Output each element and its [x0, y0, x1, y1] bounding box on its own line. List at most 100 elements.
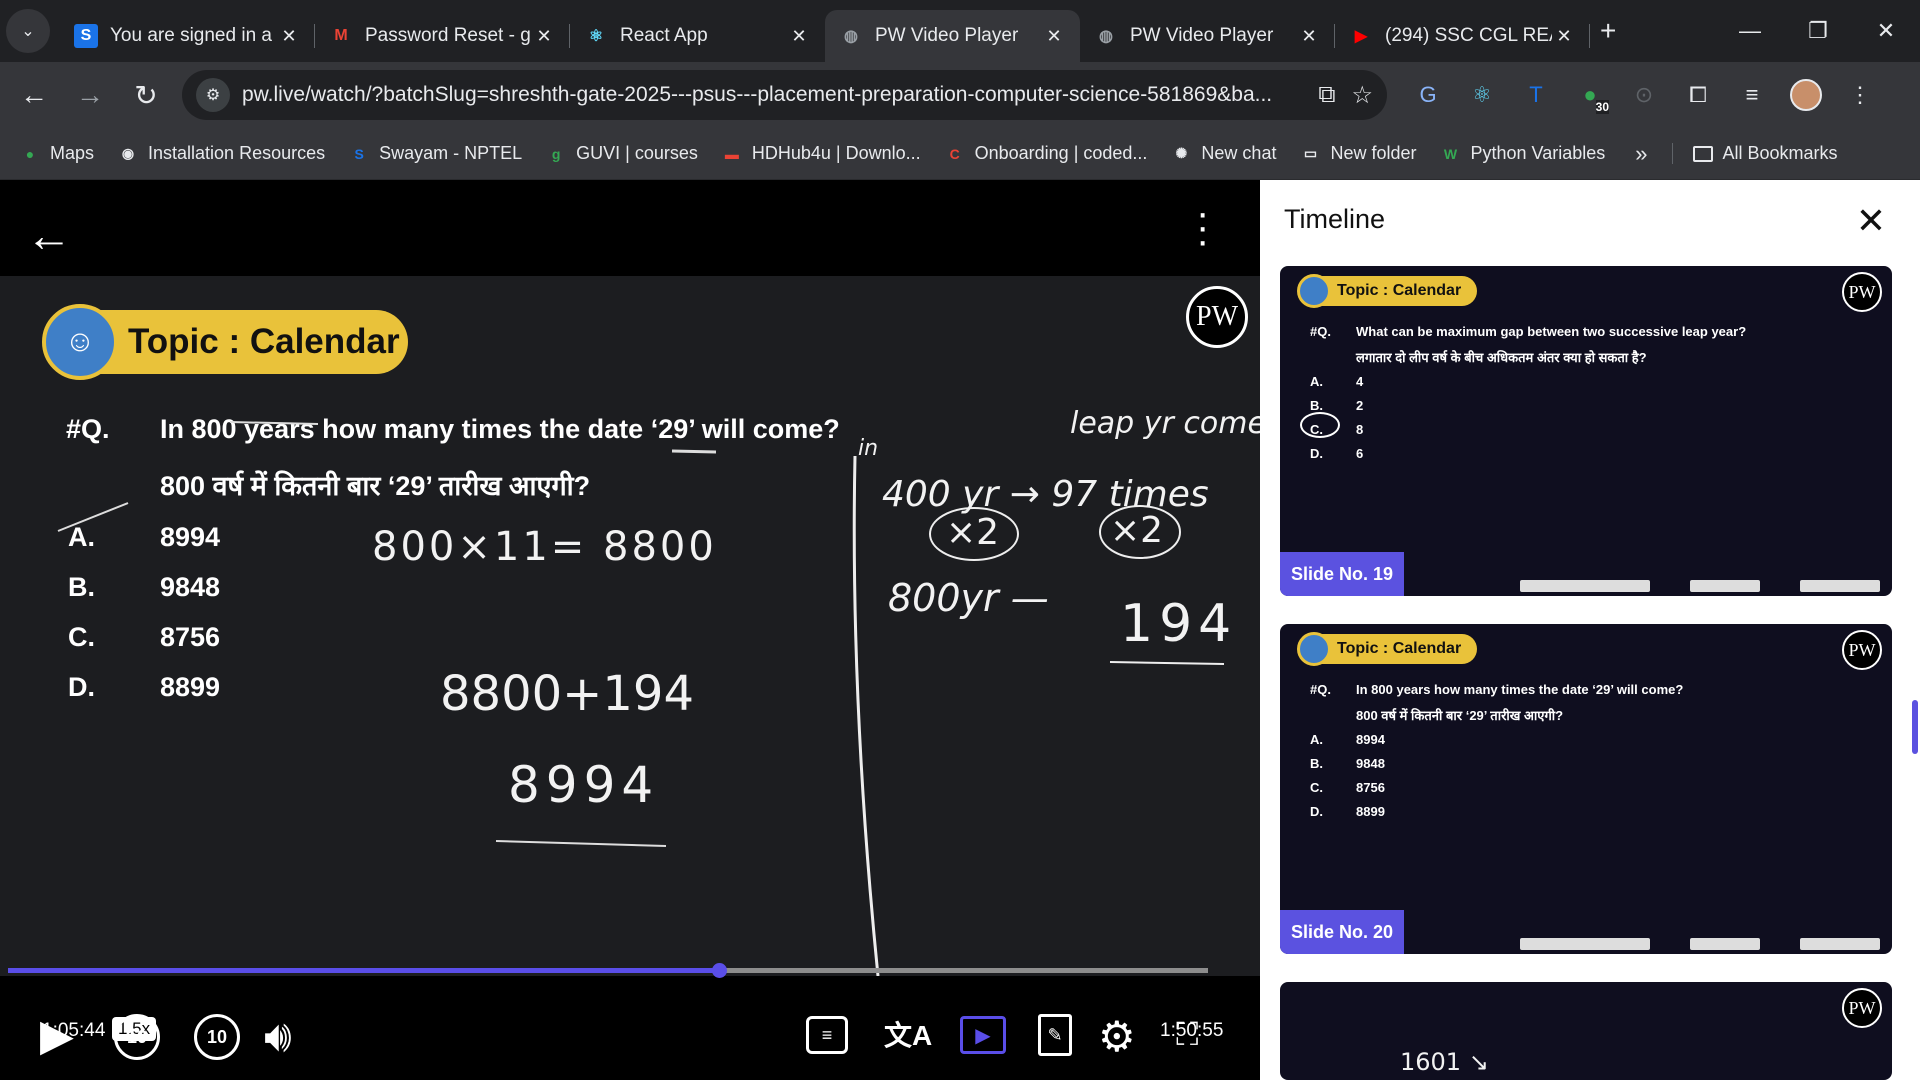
settings-gear-icon[interactable]: ⚙ [1098, 1012, 1136, 1061]
install-app-icon[interactable]: ⧉ [1318, 81, 1335, 109]
bookmarks-overflow-button[interactable]: » [1635, 141, 1647, 167]
slide-toolbar [1520, 580, 1650, 592]
chalk-rule: 400 yr → 97 times [882, 474, 1209, 515]
bookmark-new-chat[interactable]: ✺ New chat [1171, 143, 1277, 164]
chalk-answer: 8994 [508, 756, 660, 814]
rewind-10-icon[interactable]: 10 [114, 1014, 160, 1060]
tab-search-button[interactable]: ⌄ [6, 9, 50, 53]
slide-option-letter: D. [1310, 446, 1323, 461]
tab-list: S You are signed in a ✕ M Password Reset - g… [60, 0, 1590, 62]
tab-close-icon[interactable]: ✕ [1552, 26, 1576, 47]
media-controls-icon[interactable]: ≡ [1725, 82, 1779, 108]
slide-topic: Topic : Calendar [1337, 640, 1462, 657]
site-info-icon[interactable]: ⚙ [196, 78, 230, 112]
bookmark-label: New chat [1201, 143, 1277, 163]
profile-avatar[interactable] [1779, 79, 1833, 111]
tab-5[interactable]: ◍ PW Video Player ✕ [1080, 10, 1335, 62]
timeline-slide-19[interactable]: Topic : Calendar PW #Q. What can be maxi… [1280, 266, 1892, 596]
browser-menu-icon[interactable]: ⋮ [1833, 82, 1887, 108]
tab-close-icon[interactable]: ✕ [1042, 26, 1066, 47]
bookmark-label: Maps [50, 143, 95, 163]
download-icon[interactable]: ⊙ [1617, 82, 1671, 108]
bookmark-maps[interactable]: ● Maps [20, 143, 94, 164]
tab-1[interactable]: S You are signed in a ✕ [60, 10, 315, 62]
map-pin-icon: ● [25, 145, 35, 162]
close-timeline-icon[interactable]: ✕ [1856, 200, 1886, 242]
tab-close-icon[interactable]: ✕ [277, 26, 301, 47]
url-text[interactable]: pw.live/watch/?batchSlug=shreshth-gate-2… [242, 83, 1302, 107]
bookmark-label: Onboarding | coded... [974, 143, 1148, 163]
bookmark-label: New folder [1330, 143, 1417, 163]
forward-button[interactable]: → [68, 73, 112, 117]
folder-icon [1692, 145, 1713, 162]
bookmark-star-icon[interactable]: ☆ [1351, 81, 1373, 110]
translate-captions-icon[interactable]: 文A [884, 1014, 932, 1054]
counter-extension-icon[interactable]: ● 30 [1563, 82, 1617, 114]
bookmark-onboarding-coded[interactable]: C Onboarding | coded... [945, 143, 1148, 164]
slide-option-letter: B. [1310, 756, 1323, 771]
slide-topic: Topic : Calendar [1337, 282, 1462, 299]
all-bookmarks-label: All Bookmarks [1722, 143, 1838, 163]
fullscreen-icon[interactable]: ⛶ [1176, 1016, 1198, 1054]
tab-favicon-icon: ▶ [1354, 28, 1368, 45]
tab-close-icon[interactable]: ✕ [532, 26, 556, 47]
slide-toolbar [1520, 938, 1650, 950]
extensions-puzzle-icon[interactable]: ⧠ [1671, 82, 1725, 108]
back-arrow-icon[interactable]: ← [26, 208, 72, 262]
bookmark-new-folder[interactable]: ▭ New folder [1300, 143, 1417, 164]
tab-6[interactable]: ▶ (294) SSC CGL REA ✕ [1335, 10, 1590, 62]
bookmark-hdhub4u-downlo[interactable]: ▬ HDHub4u | Downlo... [722, 143, 921, 164]
translate-icon[interactable]: G [1401, 82, 1455, 108]
video-player[interactable]: ← · · · ☺ Topic : Calendar PW #Q. In 800 y… [0, 180, 1282, 1080]
address-bar[interactable]: ⚙ pw.live/watch/?batchSlug=shreshth-gate… [182, 70, 1387, 120]
new-tab-button[interactable]: + [1600, 15, 1616, 47]
all-bookmarks-button[interactable]: All Bookmarks [1671, 143, 1838, 164]
slide-topic-pill: Topic : Calendar [1297, 632, 1478, 666]
hdhub-icon: ▬ [724, 145, 739, 162]
timeline-icon[interactable]: ▶ [960, 1016, 1006, 1054]
pw-logo: PW [1842, 988, 1882, 1028]
bookmark-guvi-courses[interactable]: g GUVI | courses [546, 143, 698, 164]
restore-icon[interactable]: ❐ [1784, 0, 1852, 62]
timeline-slide-21[interactable]: PW 1601 ↘ [1280, 982, 1892, 1080]
t-extension-icon[interactable]: T [1509, 82, 1563, 108]
bookmarks-bar: ● Maps ◉ Installation Resources S Swayam - NP… [0, 128, 1920, 180]
reload-button[interactable]: ↻ [124, 73, 168, 117]
tab-3[interactable]: ⚛ React App ✕ [570, 10, 825, 62]
slide-toolbar [1690, 938, 1760, 950]
tab-strip: ⌄ S You are signed in a ✕ M Password Reset -… [0, 0, 1920, 62]
tab-4[interactable]: ◍ PW Video Player ✕ [825, 10, 1080, 62]
timeline-slide-20[interactable]: Topic : Calendar PW #Q. In 800 years how… [1280, 624, 1892, 954]
seek-bar[interactable] [8, 963, 1208, 978]
chat-icon[interactable]: ≡ [806, 1016, 848, 1054]
volume-icon[interactable]: 🔊︎ [264, 1012, 292, 1062]
window-controls: — ❐ ✕ [1716, 0, 1920, 62]
forward-10-icon[interactable]: 10 [194, 1014, 240, 1060]
tab-close-icon[interactable]: ✕ [1297, 26, 1321, 47]
tab-close-icon[interactable]: ✕ [787, 26, 811, 47]
tab-2[interactable]: M Password Reset - g ✕ [315, 10, 570, 62]
bookmark-installation-resources[interactable]: ◉ Installation Resources [118, 143, 325, 164]
slide-q-marker: #Q. [1310, 682, 1331, 697]
minimize-icon[interactable]: — [1716, 0, 1784, 62]
tab-favicon-icon: ◍ [1099, 28, 1113, 45]
slide-option-value: 4 [1356, 374, 1364, 389]
notes-icon[interactable]: ✎ [1038, 1014, 1072, 1056]
timeline-scrollbar[interactable] [1912, 700, 1918, 754]
bookmark-label: Python Variables [1470, 143, 1606, 163]
tab-title: PW Video Player [1130, 25, 1274, 46]
player-controls: ▶ 10 10 🔊︎ ≡ 文A ▶ ✎ ⚙ ⛶ [0, 1010, 1260, 1080]
folder-icon: ▭ [1303, 145, 1318, 161]
bookmark-python-variables[interactable]: W Python Variables [1441, 143, 1606, 164]
more-options-icon[interactable]: · · · [1196, 193, 1209, 261]
play-icon[interactable]: ▶ [40, 1010, 74, 1061]
answer-circle [1300, 412, 1340, 438]
chalk-result-left: 800yr — [888, 576, 1049, 620]
back-button[interactable]: ← [12, 73, 56, 117]
bookmark-swayam-nptel[interactable]: S Swayam - NPTEL [349, 143, 522, 164]
chalk-result-right: 194 [1120, 594, 1238, 654]
close-window-icon[interactable]: ✕ [1852, 0, 1920, 62]
chalk-times-two-left: ×2 [946, 512, 1000, 553]
react-devtools-icon[interactable]: ⚛ [1455, 82, 1509, 108]
slide-option-letter: D. [1310, 804, 1323, 819]
